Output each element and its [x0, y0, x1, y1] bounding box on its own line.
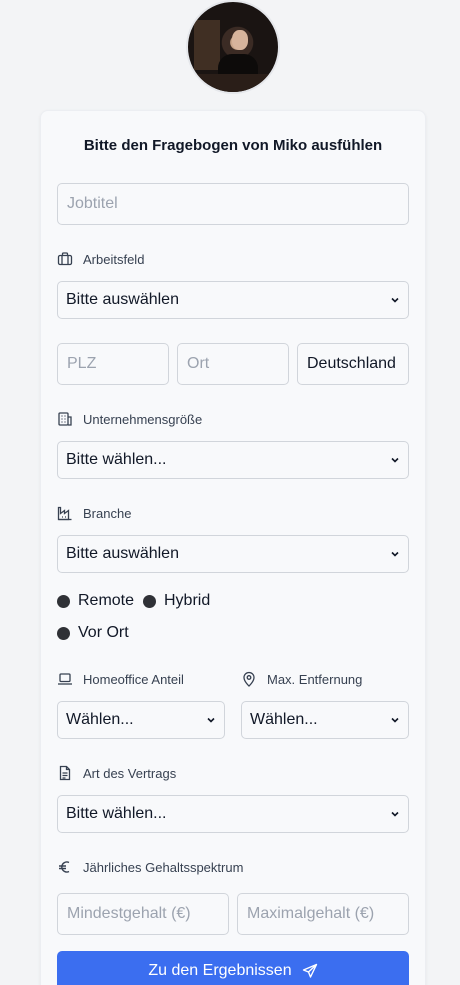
arbeitsfeld-label-text: Arbeitsfeld [83, 251, 145, 267]
chevron-down-icon [391, 457, 399, 463]
distance-select[interactable]: Wählen... [241, 701, 409, 739]
homeoffice-select[interactable]: Wählen... [57, 701, 225, 739]
salary-min-input[interactable]: Mindestgehalt (€) [57, 893, 229, 935]
branche-select[interactable]: Bitte auswählen [57, 535, 409, 573]
radio-hybrid-label: Hybrid [164, 592, 211, 609]
ort-input[interactable]: Ort [177, 343, 289, 385]
plz-input[interactable]: PLZ [57, 343, 169, 385]
factory-icon [57, 506, 72, 521]
contract-label-text: Art des Vertrags [83, 765, 177, 781]
laptop-icon [58, 673, 72, 685]
radio-dot [143, 594, 156, 608]
branche-label: Branche [57, 505, 131, 521]
contract-select[interactable]: Bitte wählen... [57, 795, 409, 833]
send-icon [302, 963, 317, 978]
branche-value: Bitte auswählen [66, 545, 179, 562]
radio-vor-ort-label: Vor Ort [78, 624, 129, 641]
distance-label: Max. Entfernung [241, 671, 362, 687]
map-pin-icon [243, 671, 255, 687]
chevron-down-icon [207, 717, 215, 723]
contract-label: Art des Vertrags [57, 765, 176, 781]
radio-dot [57, 594, 70, 608]
profile-avatar [186, 0, 280, 94]
branche-label-text: Branche [83, 505, 132, 521]
building-icon [58, 412, 72, 426]
chevron-down-icon [391, 551, 399, 557]
size-label-text: Unternehmensgröße [83, 411, 203, 427]
chevron-down-icon [391, 717, 399, 723]
company-size-value: Bitte wählen... [66, 451, 167, 468]
job-title-placeholder: Jobtitel [67, 195, 118, 212]
plz-placeholder: PLZ [67, 355, 97, 372]
country-value: Deutschland [307, 355, 396, 372]
salary-min-placeholder: Mindestgehalt (€) [67, 905, 191, 922]
salary-max-placeholder: Maximalgehalt (€) [247, 905, 375, 922]
homeoffice-label: Homeoffice Anteil [57, 671, 184, 687]
homeoffice-value: Wählen... [66, 711, 134, 728]
ort-placeholder: Ort [187, 355, 210, 372]
document-icon [59, 765, 71, 781]
radio-remote[interactable]: Remote [57, 592, 134, 610]
euro-icon [59, 861, 70, 873]
country-input[interactable]: Deutschland [297, 343, 409, 385]
briefcase-icon [57, 252, 73, 266]
salary-label-text: Jährliches Gehaltsspektrum [83, 859, 244, 875]
job-title-input[interactable]: Jobtitel [57, 183, 409, 225]
size-label: Unternehmensgröße [57, 411, 202, 427]
company-size-select[interactable]: Bitte wählen... [57, 441, 409, 479]
arbeitsfeld-value: Bitte auswählen [66, 291, 179, 308]
homeoffice-label-text: Homeoffice Anteil [83, 671, 184, 687]
form-title: Bitte den Fragebogen von Miko ausfühlen [83, 137, 383, 154]
distance-value: Wählen... [250, 711, 318, 728]
radio-remote-label: Remote [78, 592, 135, 609]
submit-button[interactable]: Zu den Ergebnissen [57, 951, 409, 985]
chevron-down-icon [391, 297, 399, 303]
salary-max-input[interactable]: Maximalgehalt (€) [237, 893, 409, 935]
radio-dot [57, 626, 70, 640]
arbeitsfeld-label: Arbeitsfeld [57, 251, 144, 267]
salary-label: Jährliches Gehaltsspektrum [57, 859, 243, 875]
chevron-down-icon [391, 811, 399, 817]
distance-label-text: Max. Entfernung [267, 671, 363, 687]
submit-button-label: Zu den Ergebnissen [148, 962, 292, 979]
radio-vor-ort[interactable]: Vor Ort [57, 624, 129, 642]
contract-value: Bitte wählen... [66, 805, 167, 822]
arbeitsfeld-select[interactable]: Bitte auswählen [57, 281, 409, 319]
radio-hybrid[interactable]: Hybrid [143, 592, 210, 610]
